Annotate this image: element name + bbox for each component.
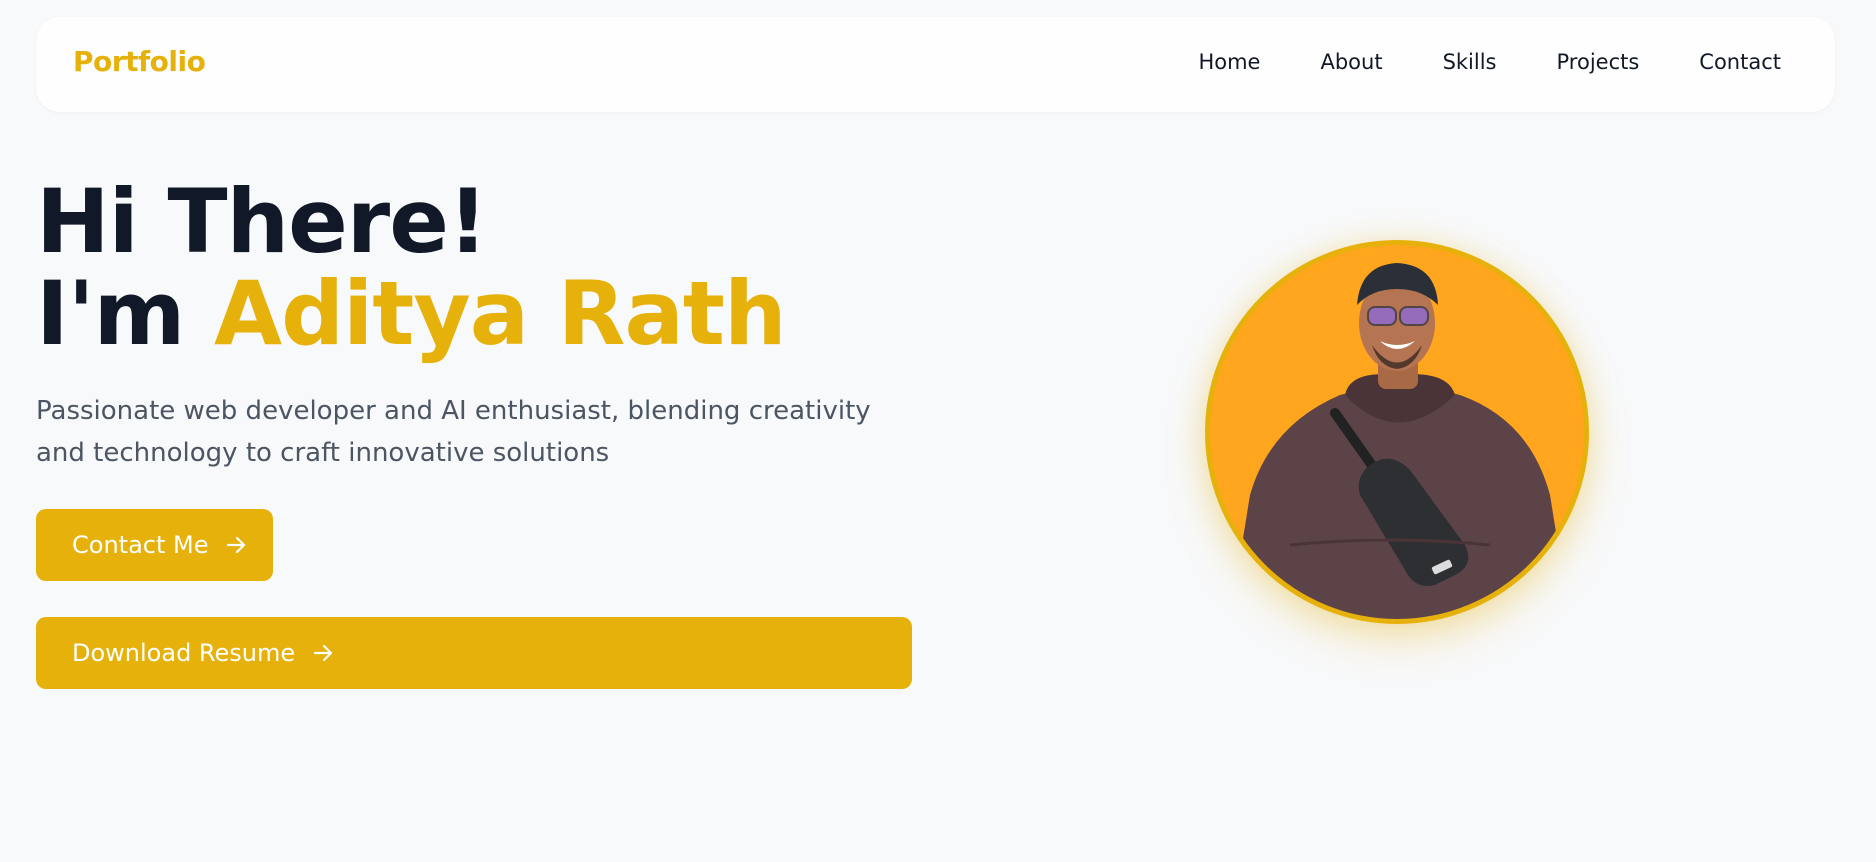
hero-intro-prefix: I'm [36, 262, 215, 365]
nav-link-home[interactable]: Home [1198, 52, 1260, 73]
nav-link-projects[interactable]: Projects [1557, 52, 1640, 73]
hero-name: Aditya Rath [214, 262, 787, 365]
arrow-right-icon [311, 641, 335, 665]
person-illustration [1230, 263, 1570, 619]
profile-photo [1205, 240, 1589, 624]
hero-description: Passionate web developer and AI enthusia… [36, 396, 871, 468]
brand-logo[interactable]: Portfolio [73, 48, 206, 76]
hero-heading: Hi There! I'm Aditya Rath [36, 176, 787, 360]
nav-link-contact[interactable]: Contact [1699, 52, 1781, 73]
nav-link-skills[interactable]: Skills [1443, 52, 1497, 73]
arrow-right-icon [224, 533, 248, 557]
download-resume-label: Download Resume [72, 639, 296, 667]
navbar: Portfolio Home About Skills Projects Con… [36, 17, 1835, 112]
contact-me-button[interactable]: Contact Me [36, 509, 273, 581]
download-resume-button[interactable]: Download Resume [36, 617, 912, 689]
hero-greeting: Hi There! [36, 170, 488, 273]
contact-me-label: Contact Me [72, 531, 209, 559]
nav-link-about[interactable]: About [1320, 52, 1382, 73]
nav-links: Home About Skills Projects Contact [1198, 52, 1781, 73]
